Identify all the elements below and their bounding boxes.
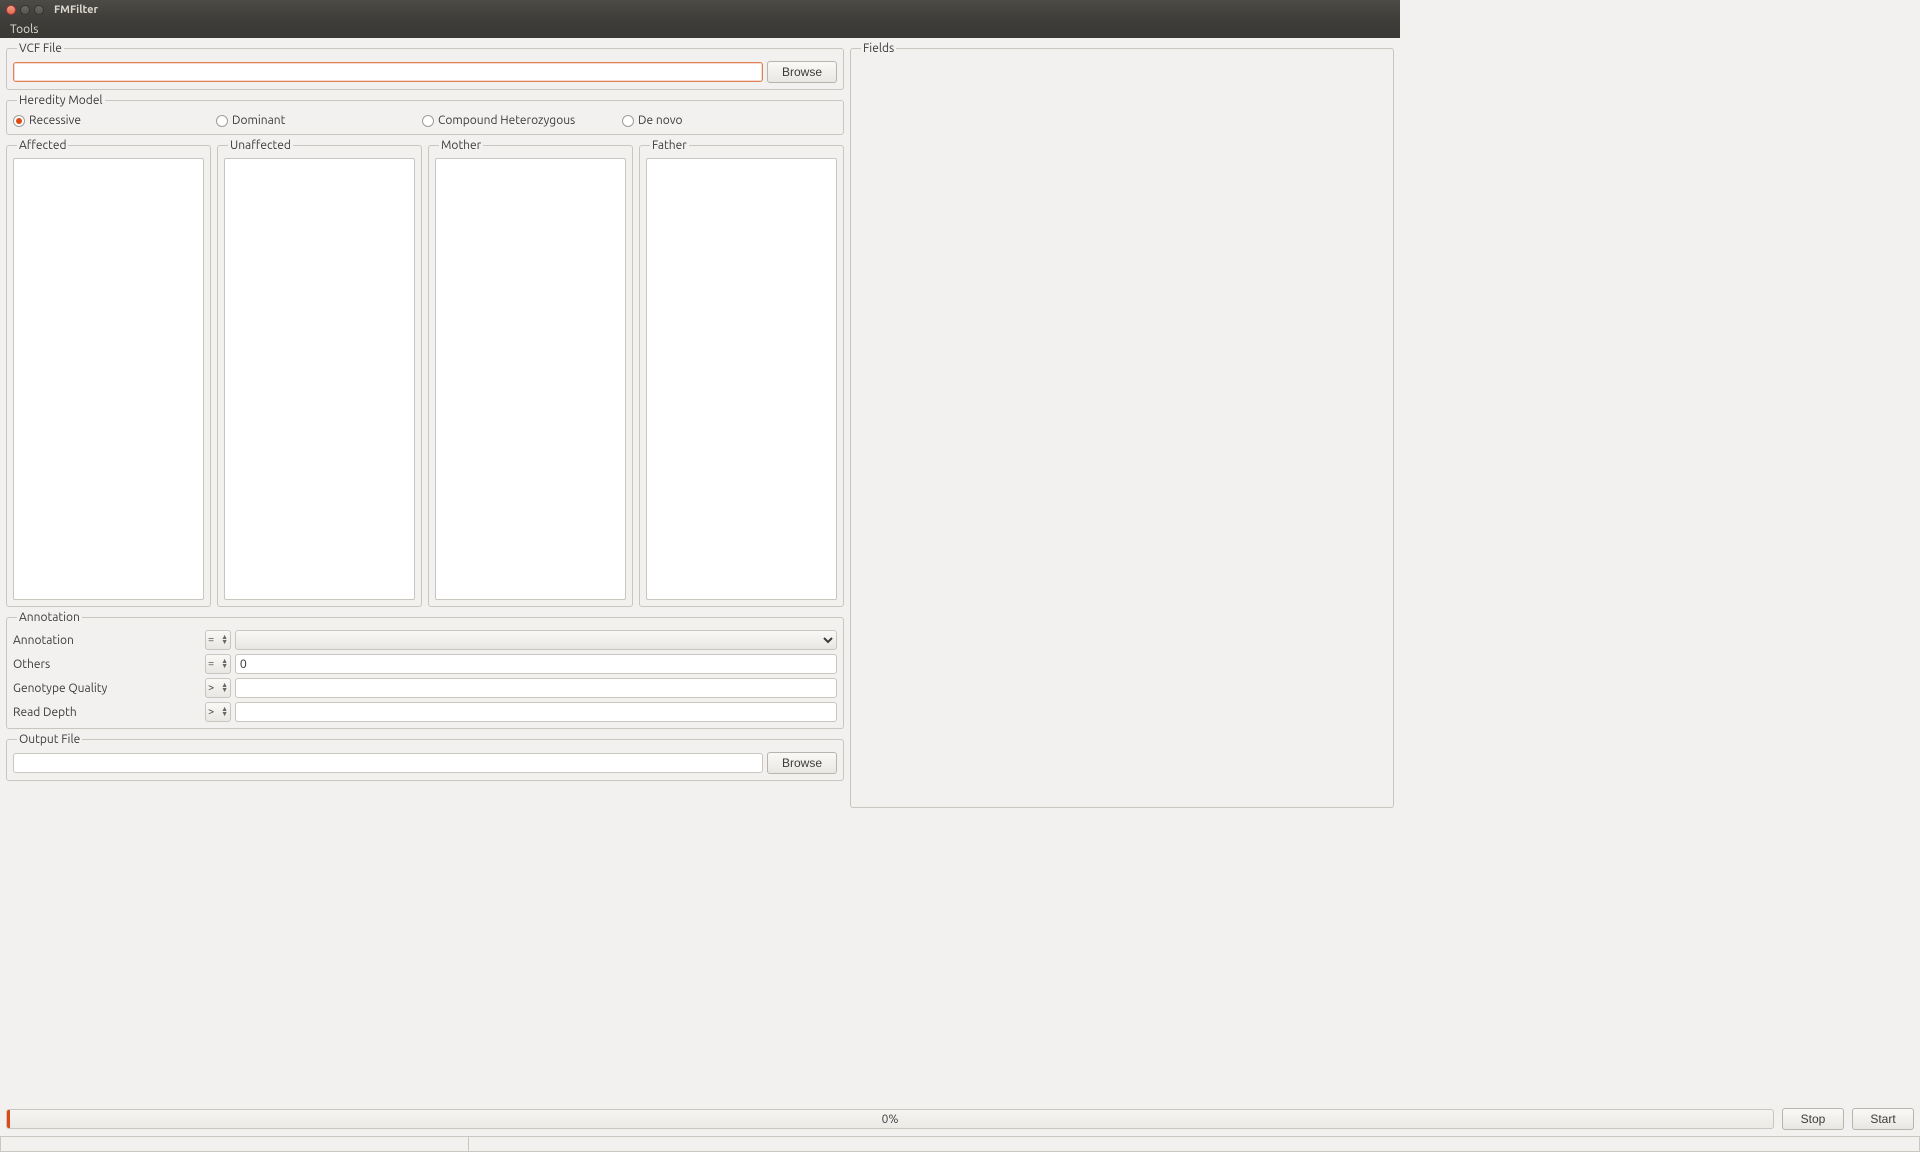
progress-text: 0% xyxy=(882,1113,899,1126)
menubar: Tools xyxy=(0,20,1400,38)
heredity-option-compound[interactable]: Compound Heterozygous xyxy=(422,114,622,127)
heredity-option-recessive[interactable]: Recessive xyxy=(13,114,216,127)
radio-compound-label: Compound Heterozygous xyxy=(438,114,575,127)
gq-op-value: > xyxy=(208,682,214,694)
father-legend: Father xyxy=(650,139,689,152)
gq-input[interactable] xyxy=(235,678,837,698)
output-file-input[interactable] xyxy=(13,753,763,773)
affected-group: Affected xyxy=(6,139,211,607)
rd-op-stepper[interactable]: > ▲▼ xyxy=(205,702,231,722)
mother-group: Mother xyxy=(428,139,633,607)
vcf-file-input[interactable] xyxy=(13,62,763,82)
father-list[interactable] xyxy=(646,158,837,600)
output-file-group: Output File Browse xyxy=(6,733,844,781)
mother-legend: Mother xyxy=(439,139,483,152)
mother-list[interactable] xyxy=(435,158,626,600)
radio-dominant[interactable] xyxy=(216,115,228,127)
vcf-browse-button[interactable]: Browse xyxy=(767,61,837,83)
radio-compound[interactable] xyxy=(422,115,434,127)
annotation-combo[interactable] xyxy=(235,630,837,650)
output-legend: Output File xyxy=(17,733,82,746)
unaffected-legend: Unaffected xyxy=(228,139,293,152)
affected-legend: Affected xyxy=(17,139,68,152)
close-icon[interactable] xyxy=(6,5,16,15)
annotation-group: Annotation Annotation = ▲▼ Others = ▲▼ G… xyxy=(6,611,844,729)
affected-list[interactable] xyxy=(13,158,204,600)
fields-legend: Fields xyxy=(861,42,896,55)
maximize-icon[interactable] xyxy=(34,5,44,15)
annotation-op-stepper[interactable]: = ▲▼ xyxy=(205,630,231,650)
annotation-op-value: = xyxy=(208,634,214,646)
radio-dominant-label: Dominant xyxy=(232,114,285,127)
output-browse-button[interactable]: Browse xyxy=(767,752,837,774)
heredity-legend: Heredity Model xyxy=(17,94,105,107)
status-cell-1 xyxy=(0,1136,468,1152)
radio-denovo[interactable] xyxy=(622,115,634,127)
fields-list[interactable] xyxy=(857,61,1387,801)
heredity-model-group: Heredity Model Recessive Dominant Compou… xyxy=(6,94,844,135)
unaffected-group: Unaffected xyxy=(217,139,422,607)
stepper-arrows-icon: ▲▼ xyxy=(221,635,228,645)
heredity-option-dominant[interactable]: Dominant xyxy=(216,114,422,127)
rd-input[interactable] xyxy=(235,702,837,722)
stepper-arrows-icon: ▲▼ xyxy=(221,707,228,717)
stop-button[interactable]: Stop xyxy=(1782,1108,1844,1130)
radio-denovo-label: De novo xyxy=(638,114,683,127)
status-cell-2 xyxy=(468,1136,1920,1152)
menu-tools[interactable]: Tools xyxy=(6,23,43,36)
vcf-file-group: VCF File Browse xyxy=(6,42,844,90)
status-bar xyxy=(0,1136,1920,1152)
others-row-label: Others xyxy=(13,658,201,671)
others-op-value: = xyxy=(208,658,214,670)
start-button[interactable]: Start xyxy=(1852,1108,1914,1130)
annotation-row-label: Annotation xyxy=(13,634,201,647)
heredity-option-denovo[interactable]: De novo xyxy=(622,114,837,127)
gq-row-label: Genotype Quality xyxy=(13,682,201,695)
others-input[interactable] xyxy=(235,654,837,674)
rd-op-value: > xyxy=(208,706,214,718)
vcf-file-legend: VCF File xyxy=(17,42,64,55)
annotation-legend: Annotation xyxy=(17,611,82,624)
unaffected-list[interactable] xyxy=(224,158,415,600)
others-op-stepper[interactable]: = ▲▼ xyxy=(205,654,231,674)
window-titlebar: FMFilter xyxy=(0,0,1400,20)
radio-recessive-label: Recessive xyxy=(29,114,81,127)
window-title: FMFilter xyxy=(54,4,98,16)
stepper-arrows-icon: ▲▼ xyxy=(221,683,228,693)
progress-bar: 0% xyxy=(6,1109,1774,1129)
fields-group: Fields xyxy=(850,42,1394,808)
rd-row-label: Read Depth xyxy=(13,706,201,719)
progress-fill xyxy=(7,1110,10,1128)
gq-op-stepper[interactable]: > ▲▼ xyxy=(205,678,231,698)
stepper-arrows-icon: ▲▼ xyxy=(221,659,228,669)
radio-recessive[interactable] xyxy=(13,115,25,127)
minimize-icon[interactable] xyxy=(20,5,30,15)
father-group: Father xyxy=(639,139,844,607)
